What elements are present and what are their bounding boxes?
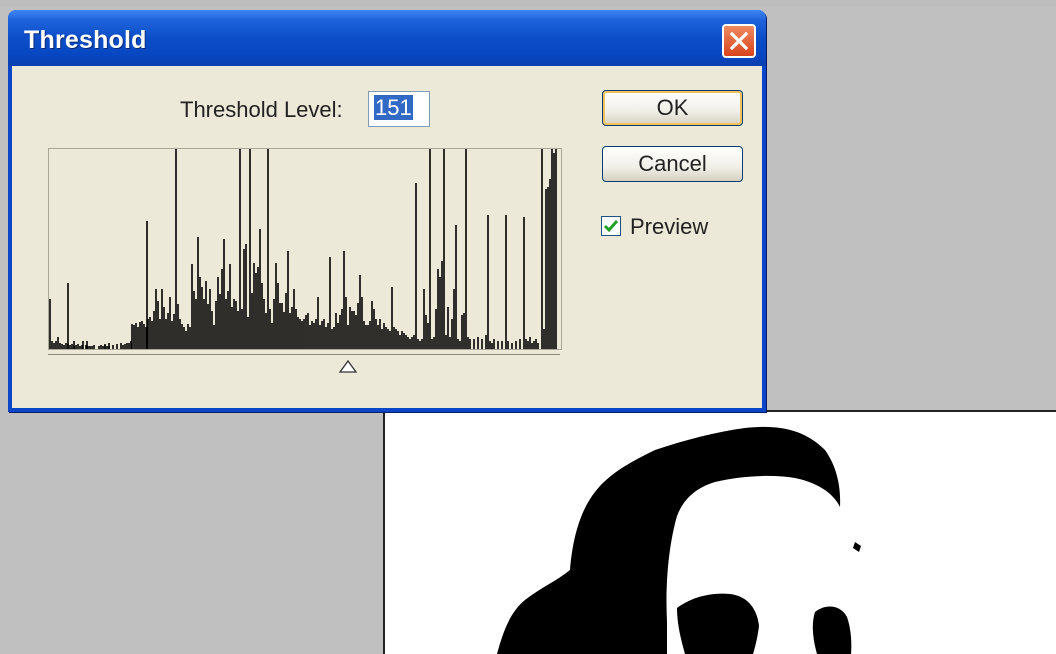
threshold-dialog: Threshold Threshold Level: 151 OK Cancel… [8, 10, 766, 412]
close-button[interactable] [722, 24, 756, 58]
threshold-level-value: 151 [374, 95, 413, 120]
preview-label: Preview [630, 214, 709, 239]
cancel-button[interactable]: Cancel [602, 146, 743, 182]
threshold-level-input[interactable]: 151 [368, 91, 430, 127]
histogram-baseline [48, 354, 560, 355]
dialog-body: Threshold Level: 151 OK Cancel Preview [12, 66, 762, 408]
checkmark-icon [603, 220, 619, 233]
threshold-level-label: Threshold Level: [180, 97, 343, 122]
dialog-titlebar[interactable]: Threshold [8, 10, 766, 66]
dialog-title: Threshold [24, 26, 147, 54]
preview-checkbox[interactable] [601, 216, 621, 236]
close-icon [730, 32, 748, 50]
histogram [48, 148, 562, 350]
threshold-slider-handle[interactable] [339, 360, 357, 374]
thresholded-portrait-image [497, 426, 861, 654]
ok-button[interactable]: OK [602, 90, 743, 126]
workspace-top-strip [0, 0, 1056, 6]
image-canvas[interactable] [383, 410, 1056, 654]
